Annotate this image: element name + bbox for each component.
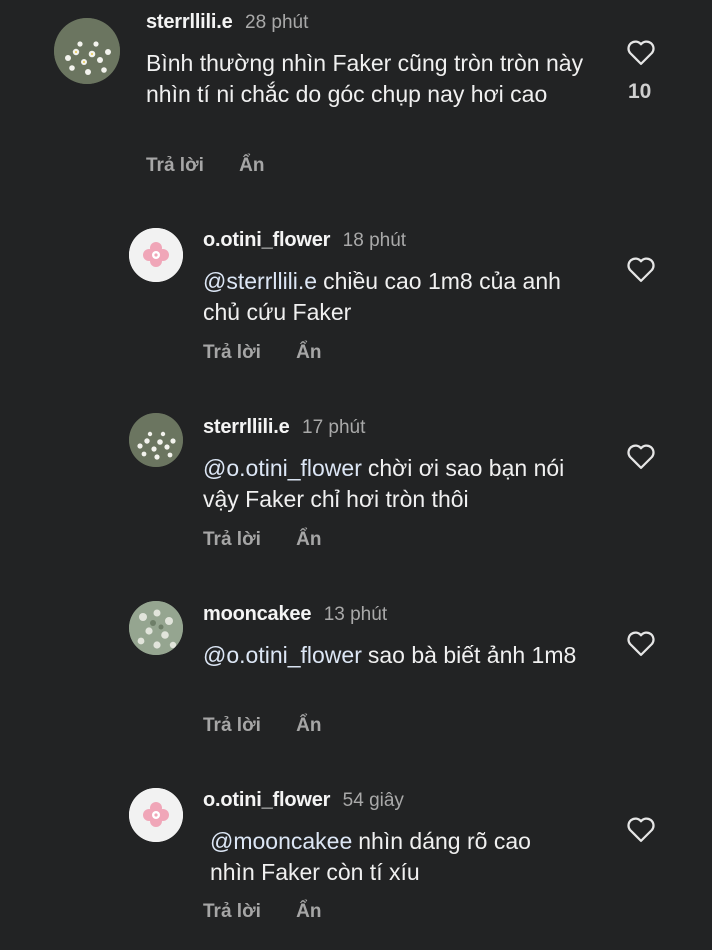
screen: { "comments": [ { "username": "sterrllil… — [0, 0, 712, 950]
like-count: 10 — [628, 80, 652, 103]
hide-button[interactable]: Ẩn — [239, 155, 264, 176]
flowers-avatar-icon — [54, 18, 120, 84]
username[interactable]: sterrllili.e — [203, 416, 290, 438]
mention-link[interactable]: @o.otini_flower — [203, 642, 362, 668]
comment-body: Bình thường nhìn Faker cũng tròn tròn nà… — [146, 50, 584, 107]
blossom-avatar-icon — [129, 601, 183, 655]
heart-icon[interactable] — [626, 629, 656, 657]
username[interactable]: o.otini_flower — [203, 789, 330, 811]
hide-button[interactable]: Ẩn — [296, 715, 321, 736]
mention-link[interactable]: @mooncakee — [210, 828, 352, 854]
comment-text: Bình thường nhìn Faker cũng tròn tròn nà… — [146, 48, 606, 110]
hide-button[interactable]: Ẩn — [296, 529, 321, 550]
mention-link[interactable]: @sterrllili.e — [203, 268, 317, 294]
hide-button[interactable]: Ẩn — [296, 901, 321, 922]
mention-link[interactable]: @o.otini_flower — [203, 455, 362, 481]
avatar[interactable] — [129, 601, 183, 655]
reply-button[interactable]: Trả lời — [203, 715, 261, 736]
avatar[interactable] — [129, 228, 183, 282]
timestamp: 18 phút — [342, 230, 407, 251]
reply-button[interactable]: Trả lời — [203, 901, 261, 922]
heart-icon[interactable] — [626, 255, 656, 283]
comment-text: @mooncakee nhìn dáng rõ cao nhìn Faker cò… — [210, 826, 580, 888]
timestamp: 28 phút — [245, 12, 309, 33]
reply-button[interactable]: Trả lời — [146, 155, 204, 176]
comment-body: sao bà biết ảnh 1m8 — [367, 642, 577, 668]
flowers-avatar-icon — [129, 413, 183, 467]
timestamp: 13 phút — [323, 604, 388, 625]
pink-flower-avatar-icon — [129, 228, 183, 282]
pink-flower-avatar-icon — [129, 788, 183, 842]
comment-text: @o.otini_flower sao bà biết ảnh 1m8 — [203, 640, 583, 671]
username[interactable]: sterrllili.e — [146, 11, 233, 33]
comment-text: @sterrllili.e chiều cao 1m8 của anh chủ c… — [203, 266, 603, 328]
heart-icon[interactable] — [626, 442, 656, 470]
hide-button[interactable]: Ẩn — [296, 342, 321, 363]
username[interactable]: o.otini_flower — [203, 229, 330, 251]
reply-button[interactable]: Trả lời — [203, 342, 261, 363]
heart-icon[interactable] — [626, 815, 656, 843]
timestamp: 54 giây — [342, 790, 404, 811]
avatar[interactable] — [54, 18, 120, 84]
reply-button[interactable]: Trả lời — [203, 529, 261, 550]
avatar[interactable] — [129, 788, 183, 842]
avatar[interactable] — [129, 413, 183, 467]
username[interactable]: mooncakee — [203, 603, 311, 625]
timestamp: 17 phút — [302, 417, 366, 438]
comment-text: @o.otini_flower chời ơi sao bạn nói vậy F… — [203, 453, 583, 515]
heart-icon[interactable] — [626, 38, 656, 66]
